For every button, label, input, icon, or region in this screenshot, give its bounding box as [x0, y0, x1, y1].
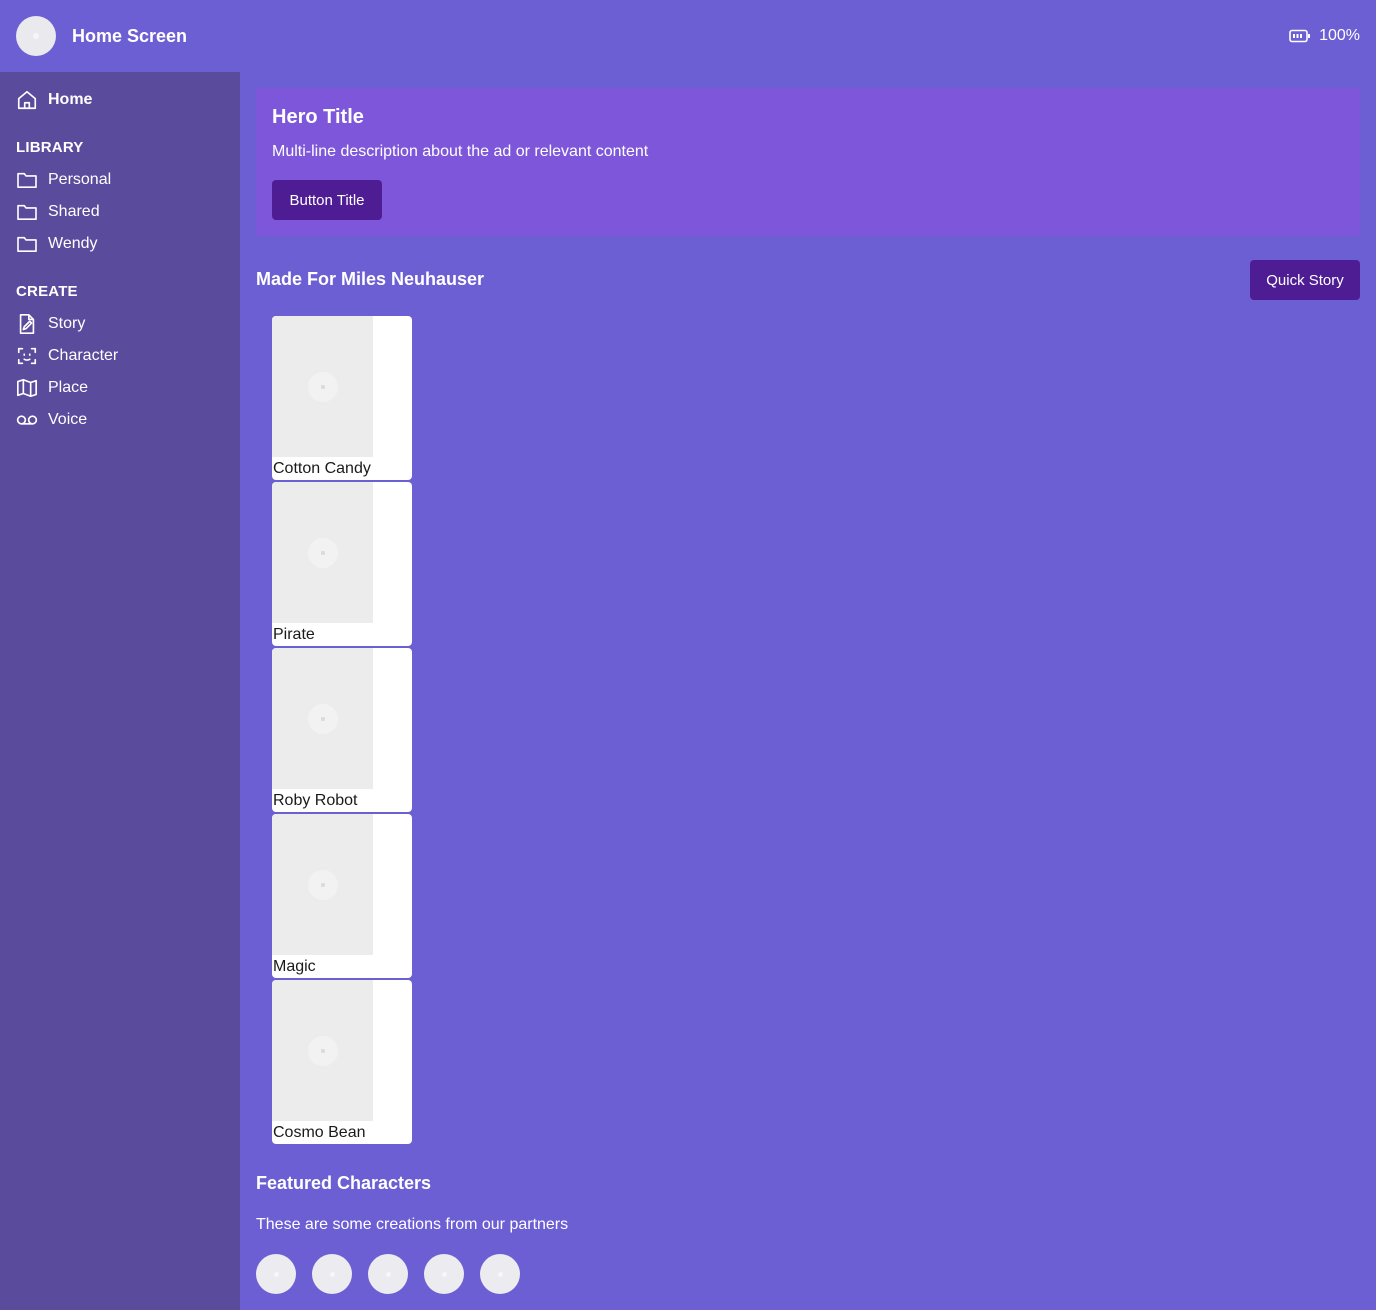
quick-story-button[interactable]: Quick Story	[1250, 260, 1360, 300]
folder-icon	[16, 169, 38, 191]
folder-icon	[16, 233, 38, 255]
story-card[interactable]: Roby Robot	[272, 648, 412, 812]
card-title: Magic	[273, 958, 316, 975]
top-bar: Home Screen 100%	[0, 0, 1376, 72]
card-image-placeholder	[272, 648, 373, 789]
card-title: Roby Robot	[273, 792, 358, 809]
folder-icon	[16, 201, 38, 223]
home-icon	[16, 89, 38, 111]
story-card[interactable]: Pirate	[272, 482, 412, 646]
story-card[interactable]: Cosmo Bean	[272, 980, 412, 1144]
card-image-placeholder	[272, 482, 373, 623]
battery-icon	[1289, 29, 1311, 43]
create-section-label: CREATE	[16, 283, 78, 300]
featured-description: These are some creations from our partne…	[256, 1216, 569, 1233]
hero-description: Multi-line description about the ad or r…	[272, 143, 649, 160]
sidebar-item-label: Shared	[48, 203, 100, 220]
sidebar-item-shared[interactable]: Shared	[16, 200, 100, 224]
sidebar-item-label: Home	[48, 91, 93, 108]
featured-character-avatar[interactable]	[256, 1254, 296, 1294]
card-image-placeholder	[272, 980, 373, 1121]
sidebar-item-label: Story	[48, 315, 86, 332]
sidebar-item-story[interactable]: Story	[16, 312, 85, 336]
library-section-label: LIBRARY	[16, 139, 84, 156]
sidebar-item-label: Place	[48, 379, 89, 396]
sidebar-item-label: Wendy	[48, 235, 98, 252]
face-scan-icon	[16, 345, 38, 367]
user-avatar[interactable]	[16, 16, 56, 56]
featured-character-avatar[interactable]	[424, 1254, 464, 1294]
battery-level: 100%	[1319, 27, 1360, 44]
story-card[interactable]: Magic	[272, 814, 412, 978]
hero-banner: Hero Title Multi-line description about …	[256, 88, 1360, 236]
image-icon	[307, 869, 338, 900]
featured-character-avatar[interactable]	[480, 1254, 520, 1294]
image-icon	[307, 703, 338, 734]
sidebar-item-label: Voice	[48, 411, 88, 428]
sidebar-item-personal[interactable]: Personal	[16, 168, 111, 192]
featured-character-avatar[interactable]	[368, 1254, 408, 1294]
sidebar-item-place[interactable]: Place	[16, 376, 88, 400]
sidebar: Home LIBRARY Personal Shared Wendy CREAT…	[0, 72, 240, 1310]
story-card[interactable]: Cotton Candy	[272, 316, 412, 480]
made-for-title: Made For Miles Neuhauser	[256, 269, 485, 289]
card-image-placeholder	[272, 316, 373, 457]
card-image-placeholder	[272, 814, 373, 955]
document-edit-icon	[16, 313, 38, 335]
hero-button[interactable]: Button Title	[272, 180, 382, 220]
sidebar-item-label: Character	[48, 347, 119, 364]
map-icon	[16, 377, 38, 399]
card-title: Pirate	[273, 626, 315, 643]
sidebar-item-voice[interactable]: Voice	[16, 408, 87, 432]
voicemail-icon	[16, 409, 38, 431]
card-title: Cosmo Bean	[273, 1124, 366, 1141]
sidebar-item-wendy[interactable]: Wendy	[16, 232, 98, 256]
featured-character-avatar[interactable]	[312, 1254, 352, 1294]
sidebar-item-label: Personal	[48, 171, 112, 188]
image-icon	[307, 371, 338, 402]
page-title: Home Screen	[72, 26, 188, 46]
hero-title: Hero Title	[272, 106, 364, 128]
image-icon	[307, 1035, 338, 1066]
sidebar-item-character[interactable]: Character	[16, 344, 118, 368]
battery-status: 100%	[1289, 26, 1360, 46]
image-icon	[307, 537, 338, 568]
featured-title: Featured Characters	[256, 1173, 432, 1193]
sidebar-item-home[interactable]: Home	[16, 88, 92, 112]
card-title: Cotton Candy	[273, 460, 371, 477]
